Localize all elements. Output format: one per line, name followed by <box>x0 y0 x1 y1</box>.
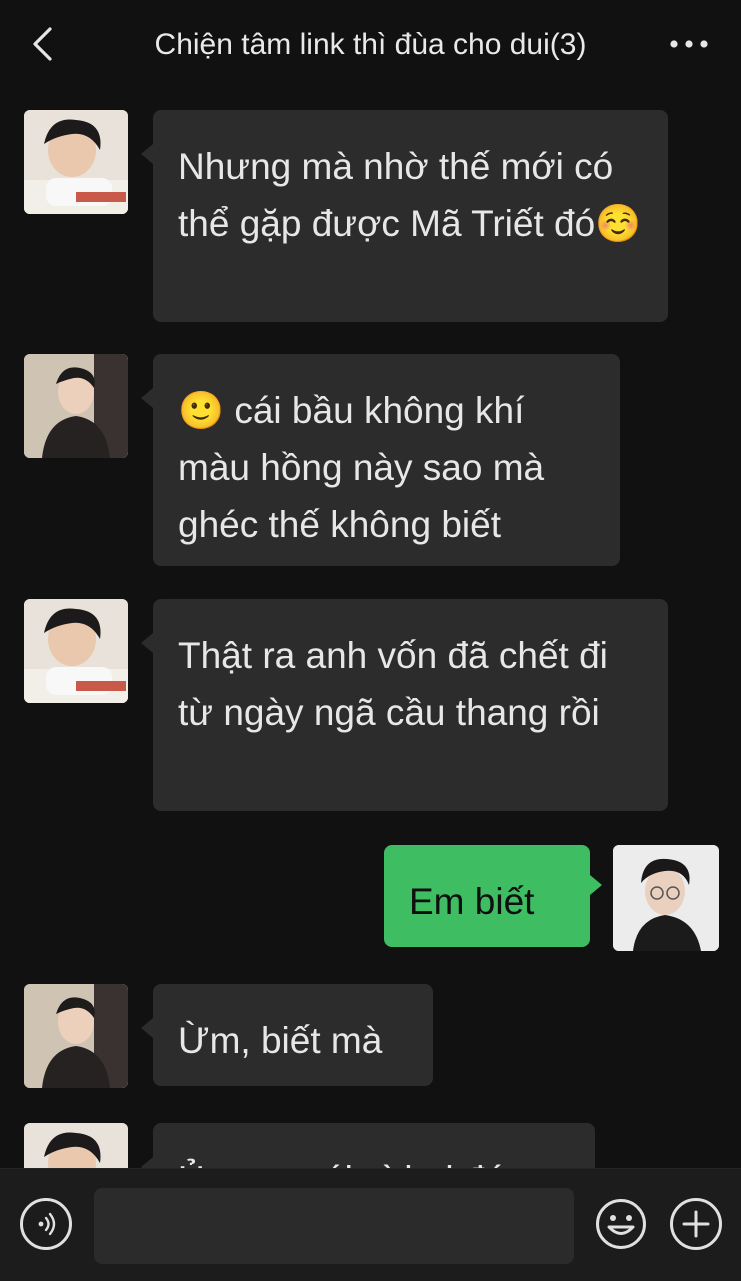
more-button[interactable] <box>667 28 711 60</box>
chat-title: Chiện tâm link thì đùa cho dui(3) <box>154 28 587 61</box>
message-bubble[interactable]: Ủa sao cái gì hai đứa <box>141 1123 595 1168</box>
message-input[interactable] <box>94 1188 574 1264</box>
message-row: Em biết <box>0 845 741 951</box>
avatar[interactable] <box>24 110 128 214</box>
message-row: Ừm, biết mà <box>0 984 741 1088</box>
message-row: 🙂 cái bầu không khí màu hồng này sao mà … <box>0 354 741 566</box>
ellipsis-icon <box>670 40 708 48</box>
message-bubble[interactable]: 🙂 cái bầu không khí màu hồng này sao mà … <box>141 354 620 566</box>
input-bar <box>0 1168 741 1281</box>
message-bubble[interactable]: Thật ra anh vốn đã chết đi từ ngày ngã c… <box>141 599 668 811</box>
message-row: Nhưng mà nhờ thế mới có thể gặp được Mã … <box>0 110 741 322</box>
avatar[interactable] <box>24 1123 128 1168</box>
message-row: Thật ra anh vốn đã chết đi từ ngày ngã c… <box>0 599 741 811</box>
avatar[interactable] <box>24 984 128 1088</box>
avatar[interactable] <box>24 354 128 458</box>
plus-icon <box>682 1210 710 1238</box>
message-bubble[interactable]: Ừm, biết mà <box>141 984 433 1086</box>
voice-button[interactable] <box>20 1198 72 1250</box>
message-bubble[interactable]: Em biết <box>384 845 602 947</box>
avatar[interactable] <box>613 845 719 951</box>
emoji-button[interactable] <box>595 1198 647 1250</box>
message-list[interactable]: Nhưng mà nhờ thế mới có thể gặp được Mã … <box>0 90 741 1168</box>
chat-header: Chiện tâm link thì đùa cho dui(3) <box>0 0 741 90</box>
smiley-icon <box>596 1199 646 1249</box>
avatar[interactable] <box>24 599 128 703</box>
message-row: Ủa sao cái gì hai đứa <box>0 1123 741 1168</box>
add-button[interactable] <box>670 1198 722 1250</box>
voice-icon <box>38 1212 56 1236</box>
message-bubble[interactable]: Nhưng mà nhờ thế mới có thể gặp được Mã … <box>141 110 668 322</box>
